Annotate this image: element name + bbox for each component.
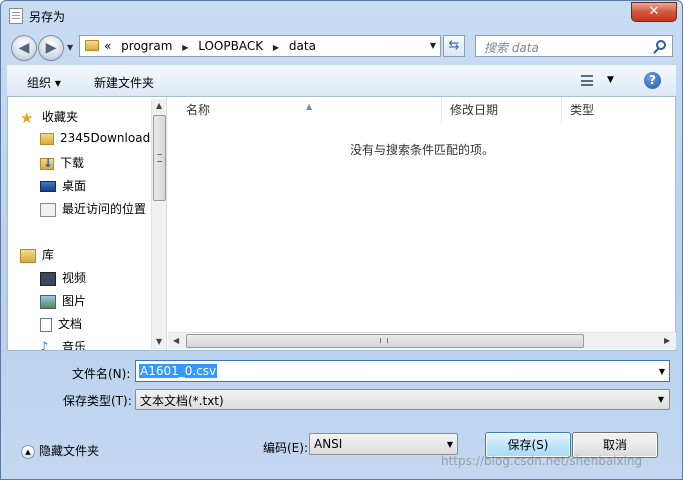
horizontal-scrollbar[interactable]: ◀ ▶ — [168, 332, 676, 349]
encoding-select[interactable]: ANSI ▼ — [309, 433, 458, 455]
command-bar: 组织 ▾ 新建文件夹 ▼ ? — [7, 65, 676, 97]
chevron-right-icon[interactable]: ▶ — [182, 43, 188, 52]
desktop-icon — [40, 181, 56, 192]
scroll-left-icon[interactable]: ◀ — [173, 336, 179, 345]
organize-button[interactable]: 组织 ▾ — [27, 74, 61, 91]
nav-item-label: 音乐 — [62, 340, 87, 350]
nav-item-videos[interactable]: 视频 — [40, 269, 86, 289]
breadcrumb-program[interactable]: program — [121, 39, 172, 53]
hide-folders-button[interactable]: ▲ 隐藏文件夹 — [21, 442, 99, 459]
nav-item-libraries[interactable]: 库 — [20, 246, 54, 266]
refresh-icon: ⇆ — [448, 38, 460, 53]
help-icon[interactable]: ? — [644, 72, 661, 89]
downloads-icon — [40, 156, 54, 170]
view-dropdown-icon[interactable]: ▼ — [607, 75, 614, 85]
scroll-up-icon[interactable]: ▲ — [156, 101, 162, 110]
address-dropdown-icon[interactable]: ▼ — [430, 41, 436, 50]
chevron-up-icon: ▲ — [21, 444, 35, 459]
column-header-name[interactable]: ▲ 名称 — [168, 97, 442, 123]
search-box[interactable]: 搜索 data — [475, 35, 673, 57]
browser-area: ★ 收藏夹 2345Downloads 下载 桌面 最近访问的位置 库 视频 图片 — [7, 97, 676, 351]
search-input[interactable]: 搜索 data — [484, 39, 539, 56]
nav-item-label: 图片 — [62, 294, 87, 308]
scroll-thumb[interactable] — [153, 115, 166, 201]
save-type-label: 保存类型(T): — [63, 394, 132, 408]
empty-list-message: 没有与搜索条件匹配的项。 — [349, 143, 494, 157]
filename-dropdown-icon[interactable]: ▼ — [659, 367, 665, 376]
forward-button[interactable]: ▶ — [38, 35, 64, 61]
sort-ascending-icon: ▲ — [306, 102, 313, 111]
video-icon — [40, 271, 56, 286]
save-type-select[interactable]: 文本文档(*.txt) ▼ — [135, 389, 670, 410]
dialog-footer: ▲ 隐藏文件夹 编码(E): ANSI ▼ 保存(S) 取消 https://bl… — [1, 426, 682, 476]
nav-item-desktop[interactable]: 桌面 — [40, 177, 86, 197]
file-list[interactable]: ▲ 名称 修改日期 类型 没有与搜索条件匹配的项。 ◀ ▶ — [168, 97, 676, 350]
view-options-icon[interactable] — [581, 75, 593, 86]
close-button[interactable]: ✕ — [631, 2, 677, 22]
search-icon[interactable] — [656, 40, 666, 50]
favorites-star-icon: ★ — [20, 108, 34, 127]
filename-combobox[interactable]: A1601_0.csv ▼ — [135, 360, 670, 382]
scroll-right-icon[interactable]: ▶ — [664, 336, 670, 345]
navigation-pane: ★ 收藏夹 2345Downloads 下载 桌面 最近访问的位置 库 视频 图片 — [8, 97, 167, 350]
scroll-down-icon[interactable]: ▼ — [156, 337, 162, 346]
recent-locations-dropdown[interactable]: ▼ — [67, 43, 73, 52]
encoding-label: 编码(E): — [263, 441, 308, 455]
encoding-dropdown-icon[interactable]: ▼ — [447, 440, 453, 449]
column-header-date-modified[interactable]: 修改日期 — [442, 97, 562, 123]
nav-item-label: 下载 — [60, 156, 85, 170]
folder-icon — [40, 132, 54, 145]
breadcrumb: « program ▶ LOOPBACK ▶ data — [104, 39, 322, 53]
save-as-dialog: 另存为 ✕ ◀ ▶ ▼ « program ▶ LOOPBACK ▶ data … — [0, 0, 683, 480]
nav-item-label: 最近访问的位置 — [62, 202, 147, 216]
nav-item-2345downloads[interactable]: 2345Downloads — [40, 131, 156, 151]
nav-item-downloads[interactable]: 下载 — [40, 154, 84, 174]
save-type-dropdown-icon[interactable]: ▼ — [658, 395, 664, 404]
nav-item-label: 桌面 — [62, 179, 87, 193]
notepad-icon — [9, 8, 23, 24]
back-button[interactable]: ◀ — [11, 35, 37, 61]
nav-item-documents[interactable]: 文档 — [40, 315, 82, 335]
nav-item-label: 库 — [42, 248, 55, 262]
encoding-value: ANSI — [314, 437, 343, 451]
recent-places-icon — [40, 202, 56, 217]
watermark: https://blog.csdn.net/shenbaixing — [441, 454, 643, 468]
nav-item-favorites[interactable]: ★ 收藏夹 — [20, 108, 78, 128]
chevron-right-icon[interactable]: ▶ — [273, 43, 279, 52]
address-bar[interactable]: « program ▶ LOOPBACK ▶ data ▼ — [79, 35, 441, 57]
title-bar[interactable]: 另存为 ✕ — [1, 1, 682, 31]
nav-item-label: 2345Downloads — [60, 131, 157, 145]
filename-label: 文件名(N): — [72, 367, 131, 381]
folder-icon — [85, 40, 99, 51]
back-arrow-icon: ◀ — [18, 40, 30, 56]
scroll-thumb[interactable] — [186, 334, 584, 348]
breadcrumb-data[interactable]: data — [289, 39, 316, 53]
new-folder-button[interactable]: 新建文件夹 — [94, 74, 154, 91]
filename-input[interactable]: A1601_0.csv — [139, 364, 218, 378]
documents-icon — [40, 317, 52, 332]
nav-item-label: 视频 — [62, 271, 87, 285]
forward-arrow-icon: ▶ — [45, 40, 57, 56]
breadcrumb-loopback[interactable]: LOOPBACK — [198, 39, 263, 53]
column-header-type[interactable]: 类型 — [562, 97, 676, 123]
nav-item-pictures[interactable]: 图片 — [40, 292, 86, 312]
hide-folders-label: 隐藏文件夹 — [39, 444, 100, 458]
nav-scrollbar[interactable]: ▲ ▼ — [151, 99, 166, 349]
breadcrumb-overflow[interactable]: « — [104, 39, 111, 53]
nav-item-label: 收藏夹 — [42, 110, 79, 124]
library-icon — [20, 248, 36, 263]
column-label: 名称 — [186, 103, 211, 117]
refresh-button[interactable]: ⇆ — [443, 35, 465, 57]
nav-item-music[interactable]: ♪ 音乐 — [40, 338, 86, 350]
window-title: 另存为 — [29, 10, 66, 24]
pictures-icon — [40, 294, 56, 309]
nav-item-recent-places[interactable]: 最近访问的位置 — [40, 200, 146, 220]
music-icon: ♪ — [40, 339, 49, 350]
save-type-value: 文本文档(*.txt) — [140, 394, 224, 408]
nav-item-label: 文档 — [58, 317, 83, 331]
